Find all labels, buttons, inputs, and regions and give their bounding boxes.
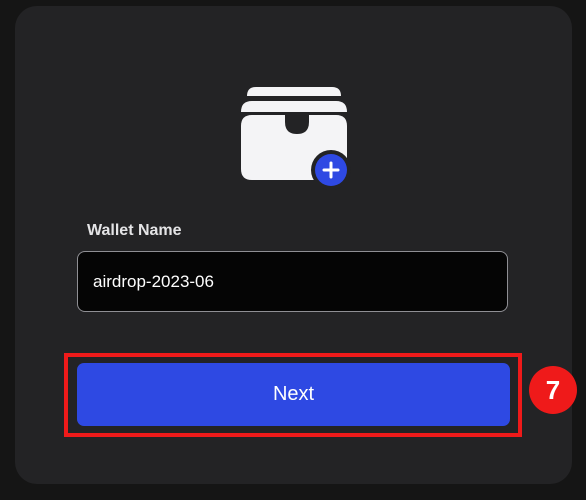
next-button[interactable]: Next xyxy=(77,363,510,426)
step-number-badge: 7 xyxy=(529,366,577,414)
wallet-name-label: Wallet Name xyxy=(87,222,182,239)
wallet-add-icon xyxy=(237,82,357,194)
wallet-name-input[interactable] xyxy=(77,251,508,312)
